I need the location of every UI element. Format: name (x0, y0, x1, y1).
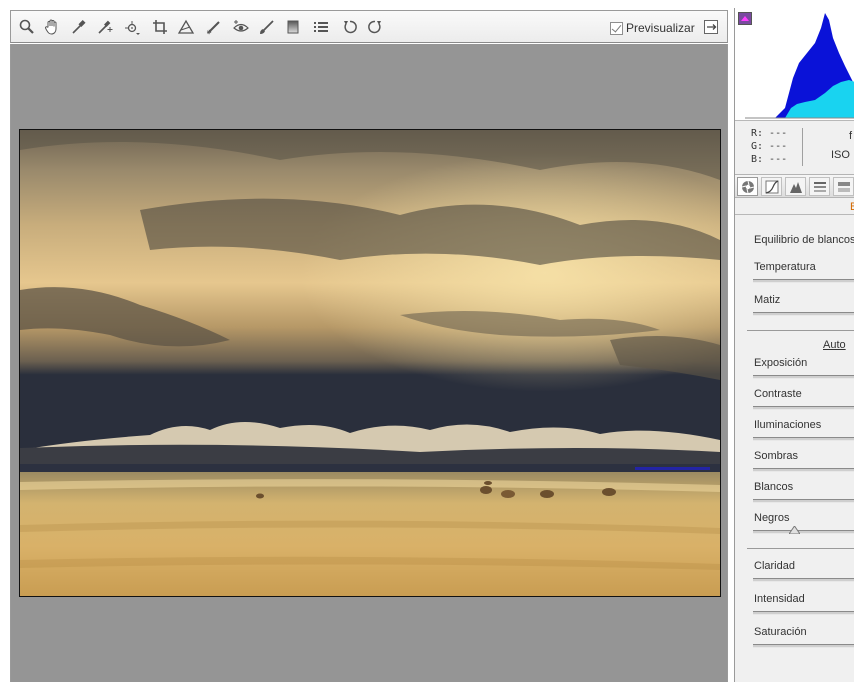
temperature-slider[interactable] (753, 279, 854, 283)
rotate-right-icon (368, 20, 381, 34)
straighten-icon (177, 19, 195, 34)
clarity-slider[interactable] (753, 578, 854, 582)
preferences-tool[interactable] (311, 17, 331, 37)
color-sampler-tool[interactable] (95, 17, 115, 37)
vibrance-slider[interactable] (753, 611, 854, 615)
rotate-right-tool[interactable] (365, 17, 385, 37)
aperture-icon (741, 180, 754, 193)
targeted-adjustment-icon (125, 21, 140, 35)
preview-label: Previsualizar (626, 21, 695, 35)
tab-tone-curve[interactable] (761, 177, 782, 196)
adjustment-panel: R: --- G: --- B: --- f ISO B Equilibrio … (734, 8, 854, 682)
white-balance-tool[interactable] (69, 17, 89, 37)
zoom-tool[interactable] (17, 17, 37, 37)
shadows-slider[interactable] (753, 468, 854, 472)
panel-tabs (735, 174, 854, 198)
auto-button[interactable]: Auto (823, 339, 846, 351)
tint-slider[interactable] (753, 312, 854, 316)
hand-icon (45, 19, 57, 35)
toolbar: Previsualizar (10, 10, 728, 43)
blacks-slider-thumb[interactable] (789, 526, 800, 534)
red-readout: R: --- (751, 128, 788, 139)
graduated-filter-icon (287, 20, 299, 34)
hand-tool[interactable] (42, 17, 62, 37)
preferences-icon (314, 22, 328, 32)
tone-curve-icon (765, 179, 778, 194)
contrast-label: Contraste (754, 388, 802, 400)
histogram-graph (745, 13, 854, 119)
rotate-left-icon (344, 20, 357, 34)
contrast-slider[interactable] (753, 406, 854, 410)
whites-label: Blancos (754, 481, 794, 493)
rotate-left-tool[interactable] (340, 17, 360, 37)
blacks-slider[interactable] (753, 526, 854, 534)
detail-icon (789, 181, 802, 193)
red-eye-tool[interactable] (231, 17, 251, 37)
image-canvas[interactable] (10, 44, 728, 682)
vibrance-label: Intensidad (754, 593, 805, 605)
preview-toggle[interactable]: Previsualizar (610, 20, 695, 36)
white-balance-label: Equilibrio de blancos: (754, 234, 854, 246)
zoom-icon (19, 19, 34, 34)
green-readout: G: --- (751, 141, 788, 152)
rgb-readout: R: --- G: --- B: --- f ISO (735, 124, 854, 172)
crop-icon (153, 20, 167, 34)
exposure-label: Exposición (754, 357, 808, 369)
exposure-slider[interactable] (753, 375, 854, 379)
section-divider (747, 548, 854, 549)
fullscreen-button[interactable] (701, 17, 721, 37)
shadow-clipping-warning-button[interactable] (738, 12, 752, 25)
blue-readout: B: --- (751, 154, 788, 165)
adjustment-brush-tool[interactable] (257, 17, 277, 37)
saturation-label: Saturación (754, 626, 807, 638)
spot-removal-icon (206, 21, 220, 35)
saturation-slider[interactable] (753, 644, 854, 648)
clarity-label: Claridad (754, 560, 795, 572)
tint-label: Matiz (754, 294, 781, 306)
tab-detail[interactable] (785, 177, 806, 196)
hsl-icon (813, 181, 826, 192)
tab-split-toning[interactable] (833, 177, 854, 196)
shadows-label: Sombras (754, 450, 799, 462)
color-sampler-icon (98, 20, 113, 34)
blacks-label: Negros (754, 512, 790, 524)
spot-removal-tool[interactable] (204, 17, 224, 37)
section-divider (747, 330, 854, 331)
panel-header: B (735, 199, 854, 215)
panel-title: B (850, 201, 854, 213)
photo-preview[interactable] (19, 129, 721, 597)
readout-divider (802, 128, 803, 166)
tab-basic[interactable] (737, 177, 758, 196)
adjustment-brush-icon (260, 20, 274, 34)
red-eye-icon (233, 20, 249, 32)
histogram (735, 8, 854, 121)
targeted-adjustment-tool[interactable] (122, 17, 142, 37)
temperature-label: Temperatura (754, 261, 816, 273)
white-balance-eyedropper-icon (72, 19, 86, 34)
fullscreen-icon (704, 20, 718, 34)
highlights-slider[interactable] (753, 437, 854, 441)
whites-slider[interactable] (753, 499, 854, 503)
camera-aperture-info: f (849, 130, 853, 142)
split-toning-icon (837, 181, 850, 192)
straighten-tool[interactable] (176, 17, 196, 37)
highlights-label: Iluminaciones (754, 419, 822, 431)
tab-hsl[interactable] (809, 177, 830, 196)
preview-checkbox[interactable] (610, 21, 623, 35)
crop-tool[interactable] (150, 17, 170, 37)
salt-flat-sunset-image (20, 130, 720, 596)
graduated-filter-tool[interactable] (283, 17, 303, 37)
camera-iso-info: ISO (831, 149, 850, 161)
